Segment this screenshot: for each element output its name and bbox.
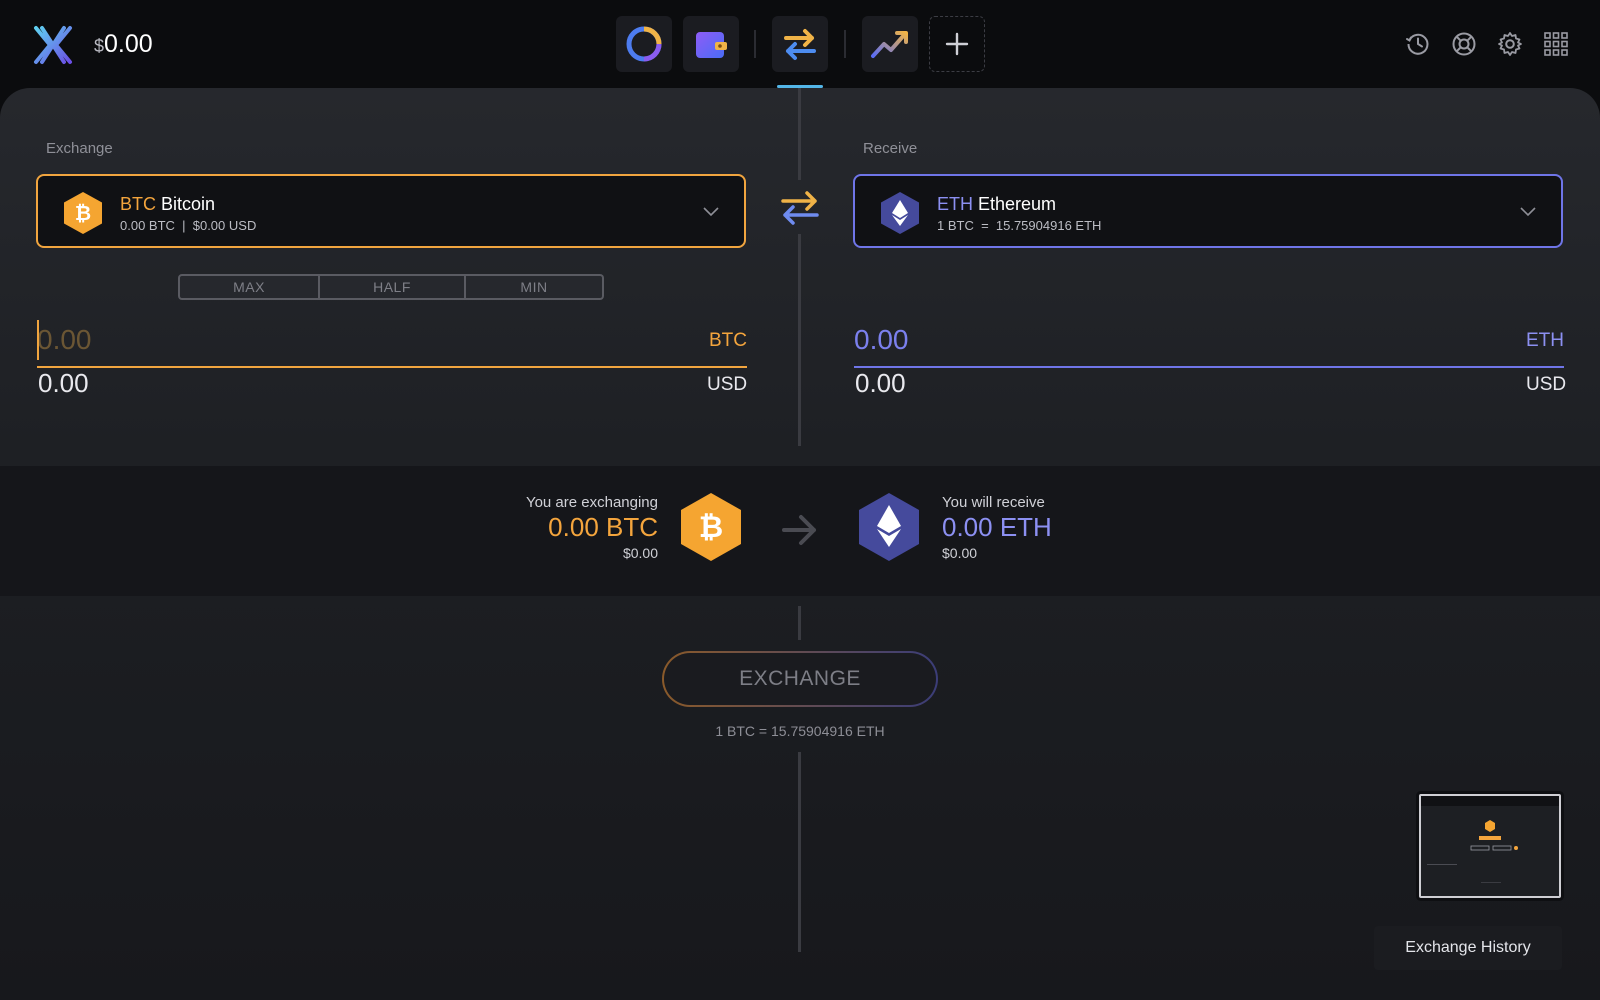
portfolio-balance: $0.00 [94, 30, 153, 59]
portfolio-icon [626, 26, 662, 62]
balance-value: 0.00 [104, 30, 153, 58]
half-button[interactable]: HALF [320, 274, 466, 300]
help-icon [1452, 32, 1476, 56]
to-usd-value: 0.00 [855, 368, 906, 398]
exchange-rate: 1 BTC = 15.75904916 ETH [715, 723, 885, 739]
receive-summary-usd: $0.00 [942, 545, 978, 561]
from-asset-name: BTC Bitcoin [120, 194, 215, 215]
gear-icon [1498, 32, 1522, 56]
quick-amount-buttons: MAX HALF MIN [178, 274, 604, 300]
max-button[interactable]: MAX [178, 274, 320, 300]
preview-graphic [1421, 796, 1559, 896]
to-amount-unit: ETH [1526, 330, 1564, 351]
chevron-down-icon [1520, 207, 1536, 217]
ethereum-icon [859, 493, 919, 561]
exchange-icon [784, 29, 816, 60]
center-divider [798, 88, 801, 180]
wallet-icon [696, 32, 727, 58]
to-asset-rate: 1 BTC = 15.75904916 ETH [937, 218, 1102, 233]
top-bar: $0.00 [0, 0, 1600, 88]
apps-grid-icon [1544, 32, 1568, 56]
wallet-nav-button[interactable] [683, 16, 739, 72]
exchanging-amount: 0.00 BTC [548, 512, 658, 542]
to-asset-name: ETH Ethereum [937, 194, 1056, 215]
to-usd-unit: USD [1526, 374, 1567, 395]
help-button[interactable] [1450, 30, 1478, 58]
exchange-nav-button[interactable] [772, 16, 828, 72]
exchanging-label: You are exchanging [525, 494, 658, 511]
arrow-right-icon [782, 515, 816, 545]
app-preview-thumbnail[interactable] [1419, 794, 1561, 898]
from-usd-unit: USD [707, 374, 748, 395]
chevron-down-icon [703, 207, 719, 217]
to-amount-row: ETH [854, 316, 1564, 368]
to-asset-selector[interactable]: ETH Ethereum 1 BTC = 15.75904916 ETH [853, 174, 1563, 248]
bitcoin-icon: ₿ [681, 493, 741, 561]
bitcoin-icon: ₿ [64, 192, 102, 234]
settings-button[interactable] [1496, 30, 1524, 58]
from-asset-fullname: Bitcoin [161, 194, 216, 214]
exchange-summary: You are exchanging 0.00 BTC $0.00 ₿ You … [0, 466, 1600, 596]
receive-summary: You will receive 0.00 ETH $0.00 [942, 494, 1052, 561]
exchange-label: Exchange [46, 140, 113, 157]
svg-text:₿: ₿ [699, 510, 723, 545]
receive-summary-amount: 0.00 ETH [942, 512, 1052, 542]
min-button[interactable]: MIN [466, 274, 604, 300]
from-amount-row: BTC [37, 316, 747, 368]
receive-label: Receive [863, 140, 918, 157]
to-amount-input[interactable] [854, 318, 1414, 362]
to-asset-fullname: Ethereum [978, 194, 1057, 214]
exchanging-summary: You are exchanging 0.00 BTC $0.00 [526, 494, 658, 561]
ethereum-icon [881, 192, 919, 234]
trade-icon [871, 31, 908, 58]
history-icon [1406, 33, 1429, 55]
from-amount-unit: BTC [709, 330, 747, 351]
nav-divider [844, 30, 846, 58]
swap-direction-icon[interactable] [779, 188, 821, 228]
exchange-panel: Exchange ₿ BTC Bitcoin 0.00 BTC | $0.00 … [0, 88, 1600, 1000]
exchanging-usd: $0.00 [622, 545, 658, 561]
receive-summary-label: You will receive [942, 494, 1045, 511]
exodus-logo-icon[interactable] [32, 24, 74, 66]
text-caret [37, 320, 39, 360]
add-app-icon [945, 32, 969, 56]
center-divider [798, 234, 801, 446]
svg-text:₿: ₿ [75, 201, 91, 225]
trade-nav-button[interactable] [862, 16, 918, 72]
from-asset-ticker: BTC [120, 194, 156, 214]
nav-divider [754, 30, 756, 58]
from-usd-value: 0.00 [38, 368, 89, 398]
to-asset-ticker: ETH [937, 194, 973, 214]
apps-menu-button[interactable] [1542, 30, 1570, 58]
from-asset-balance: 0.00 BTC | $0.00 USD [120, 218, 257, 233]
from-asset-selector[interactable]: ₿ BTC Bitcoin 0.00 BTC | $0.00 USD [36, 174, 746, 248]
exchange-history-button[interactable]: Exchange History [1374, 926, 1562, 970]
add-app-button[interactable] [929, 16, 985, 72]
exchange-button[interactable]: EXCHANGE [662, 651, 938, 707]
balance-currency: $ [94, 36, 105, 56]
portfolio-nav-button[interactable] [616, 16, 672, 72]
center-divider [798, 752, 801, 952]
history-button[interactable] [1404, 30, 1432, 58]
from-amount-input[interactable] [37, 318, 597, 362]
center-divider [798, 606, 801, 640]
